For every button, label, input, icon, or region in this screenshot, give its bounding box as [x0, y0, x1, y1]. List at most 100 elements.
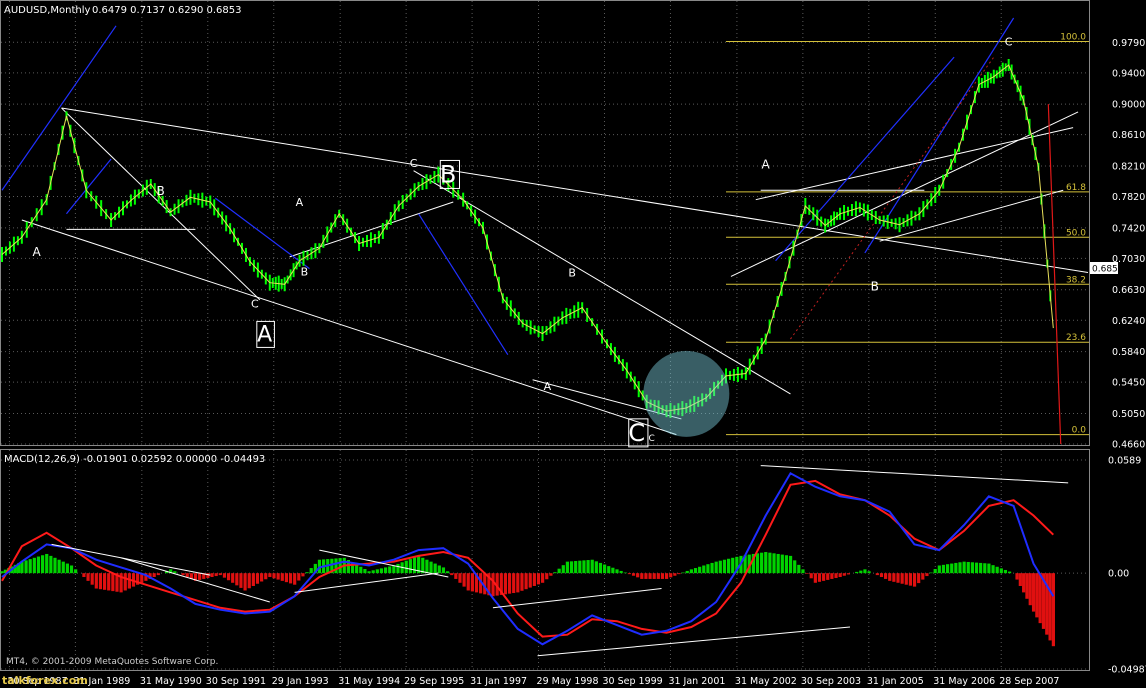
macd-histogram-bar — [867, 571, 871, 574]
x-tick-label: 31 May 2002 — [735, 676, 797, 687]
macd-histogram-bar — [1051, 573, 1055, 647]
macd-histogram-bar — [65, 563, 69, 574]
macd-histogram-bar — [268, 573, 272, 578]
macd-histogram-bar — [1031, 573, 1036, 612]
current-price-label: 0.6853 — [1092, 265, 1124, 275]
macd-histogram-bar — [561, 565, 565, 574]
macd-histogram-bar — [255, 573, 260, 584]
macd-histogram-bar — [454, 573, 458, 579]
macd-histogram-bar — [966, 561, 970, 574]
macd-histogram-bar — [388, 566, 392, 574]
macd-histogram-bar — [693, 568, 698, 574]
macd-histogram-bar — [793, 560, 797, 574]
macd-histogram-bar — [925, 573, 929, 577]
macd-histogram-bar — [838, 573, 842, 578]
macd-histogram-bar — [185, 573, 189, 578]
fib-level-label: 50.0 — [1066, 228, 1086, 238]
macd-histogram-bar — [764, 552, 768, 574]
macd-histogram-bar — [90, 573, 94, 585]
highlight-circle — [643, 350, 730, 437]
macd-histogram-bar — [53, 557, 57, 574]
macd-histogram-bar — [206, 573, 210, 578]
wave-label: A — [761, 157, 770, 171]
macd-histogram-bar — [731, 557, 735, 574]
macd-histogram-bar — [879, 573, 884, 578]
macd-histogram-bar — [107, 573, 111, 591]
chart-window: 100.0 61.8 50.0 38.2 23.6 0.0 30 Sep 1987 31 J… — [0, 0, 1146, 688]
macd-histogram-bar — [619, 570, 623, 574]
wave-label: B — [440, 160, 456, 188]
macd-histogram-bar — [247, 573, 251, 589]
macd-histogram-bar — [363, 569, 367, 574]
x-tick-label: 29 May 1998 — [537, 676, 599, 687]
x-tick-label: 31 May 2006 — [933, 676, 995, 687]
macd-histogram-bar — [627, 573, 632, 575]
macd-histogram-bar — [817, 573, 822, 582]
macd-histogram-bar — [69, 565, 74, 574]
macd-histogram-bar — [656, 573, 660, 579]
macd-y-tick-label: -0.04987 — [1108, 665, 1146, 676]
macd-histogram-bar — [123, 573, 127, 591]
macd-histogram-bar — [264, 573, 268, 580]
macd-histogram-bar — [607, 566, 611, 574]
macd-histogram-bar — [28, 559, 32, 574]
macd-histogram-bar — [24, 560, 28, 574]
x-tick-label: 30 Sep 1991 — [206, 676, 266, 687]
macd-histogram-bar — [652, 573, 656, 579]
macd-histogram-bar — [49, 555, 53, 574]
macd-histogram-bar — [929, 572, 933, 574]
macd-histogram-bar — [297, 573, 301, 581]
macd-histogram-bar — [371, 570, 375, 574]
y-tick-label: 0.5840 — [1112, 347, 1145, 358]
macd-histogram-bar — [82, 573, 86, 578]
wave-label: A — [544, 380, 552, 393]
wave-label: B — [871, 280, 879, 294]
macd-histogram-bar — [772, 553, 776, 574]
macd-histogram-bar — [933, 569, 937, 574]
macd-histogram-bar — [875, 573, 879, 576]
macd-histogram-bar — [503, 573, 508, 595]
macd-histogram-bar — [425, 559, 429, 574]
macd-histogram-bar — [631, 573, 636, 576]
macd-histogram-bar — [768, 552, 772, 574]
macd-histogram-bar — [541, 573, 545, 583]
macd-histogram-bar — [689, 569, 693, 574]
macd-histogram-bar — [917, 573, 921, 584]
macd-histogram-bar — [412, 557, 417, 574]
macd-histogram-bar — [702, 565, 706, 574]
macd-histogram-bar — [710, 562, 714, 574]
y-tick-label: 0.8210 — [1112, 162, 1145, 173]
macd-header: MACD(12,26,9) -0.01901 0.02592 0.00000 -… — [4, 454, 265, 465]
macd-histogram-bar — [1025, 573, 1029, 599]
wave-label: C — [410, 157, 418, 170]
macd-histogram-bar — [797, 564, 801, 574]
macd-y-tick-label: 0.00 — [1108, 569, 1129, 580]
macd-histogram-bar — [383, 567, 388, 574]
macd-histogram-bar — [520, 573, 524, 591]
macd-histogram-bar — [507, 573, 512, 594]
macd-histogram-bar — [437, 565, 441, 574]
wave-label: C — [628, 419, 645, 447]
macd-histogram-bar — [429, 561, 433, 574]
macd-histogram-bar — [433, 563, 437, 574]
macd-histogram-bar — [673, 573, 677, 576]
macd-histogram-bar — [598, 562, 603, 574]
macd-histogram-bar — [863, 569, 867, 574]
macd-histogram-bar — [669, 573, 673, 578]
macd-histogram-bar — [780, 554, 784, 574]
y-tick-label: 0.5450 — [1112, 378, 1145, 389]
macd-histogram-bar — [528, 573, 532, 588]
x-tick-label: 28 Sep 2007 — [999, 676, 1059, 687]
macd-histogram-bar — [995, 566, 999, 574]
macd-histogram-bar — [904, 573, 908, 585]
y-tick-label: 0.4660 — [1112, 440, 1145, 451]
macd-histogram-bar — [251, 573, 255, 586]
macd-histogram-bar — [615, 569, 619, 574]
macd-histogram-bar — [218, 573, 222, 576]
macd-histogram-bar — [222, 573, 227, 578]
macd-histogram-bar — [408, 559, 412, 574]
macd-histogram-bar — [776, 553, 780, 574]
y-tick-label: 0.6240 — [1112, 316, 1145, 327]
y-tick-label: 0.9000 — [1112, 100, 1145, 111]
macd-histogram-bar — [855, 571, 859, 574]
